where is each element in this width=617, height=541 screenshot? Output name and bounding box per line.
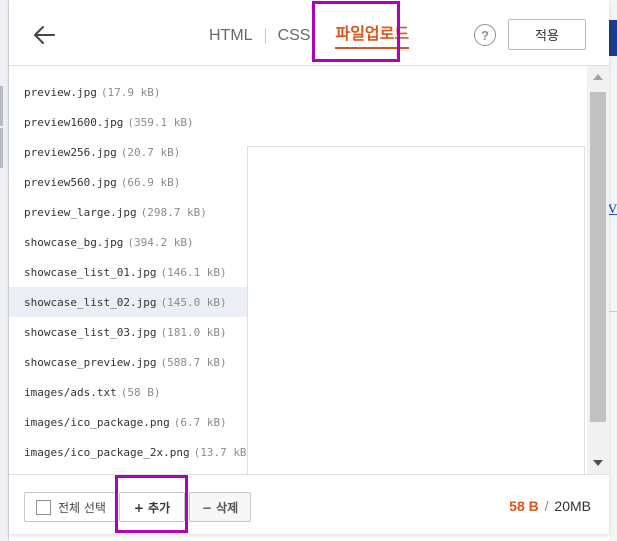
help-button[interactable]: ?	[474, 24, 496, 46]
background-banner	[609, 20, 617, 56]
file-list-item[interactable]: preview.jpg (17.9 kB)	[9, 77, 247, 107]
file-preview-area	[247, 146, 585, 476]
triangle-down-icon	[593, 460, 603, 466]
tab-html[interactable]: HTML	[209, 22, 253, 50]
background-divider	[609, 311, 617, 312]
file-list-item[interactable]: images/ico_package_2x.png(13.7 kB)	[9, 437, 247, 467]
file-name: preview560.jpg	[24, 175, 117, 189]
file-name: preview1600.jpg	[24, 115, 124, 129]
file-name: images/ico_package_2x.png	[24, 445, 190, 459]
file-list-item[interactable]: showcase_list_02.jpg (145.0 kB)	[9, 287, 247, 317]
scroll-up-button[interactable]	[587, 66, 609, 88]
editor-tabs: HTML CSS 파일업로드	[209, 22, 410, 50]
file-list-item[interactable]: showcase_list_03.jpg (181.0 kB)	[9, 317, 247, 347]
file-size: (66.9 kB)	[120, 175, 181, 189]
storage-used: 58 B	[509, 498, 539, 514]
select-all-checkbox[interactable]	[36, 499, 51, 515]
storage-usage: 58 B / 20MB	[509, 498, 591, 514]
file-list-item[interactable]: preview_large.jpg (298.7 kB)	[9, 197, 247, 227]
file-list-item[interactable]: showcase_preview.jpg (588.7 kB)	[9, 347, 247, 377]
background-left-mark	[0, 86, 3, 126]
file-list-item[interactable]: showcase_bg.jpg (394.2 kB)	[9, 227, 247, 257]
tab-file-upload[interactable]: 파일업로드	[335, 23, 410, 49]
tab-divider	[322, 28, 323, 44]
triangle-up-icon	[593, 74, 603, 80]
file-size: (394.2 kB)	[127, 235, 194, 249]
file-name: showcase_list_02.jpg	[24, 295, 157, 309]
storage-total: 20MB	[554, 498, 591, 514]
file-name: showcase_preview.jpg	[24, 355, 157, 369]
file-list-item[interactable]: preview256.jpg (20.7 kB)	[9, 137, 247, 167]
apply-button[interactable]: 적용	[508, 19, 586, 50]
file-size: (181.0 kB)	[160, 325, 227, 339]
back-button[interactable]	[29, 20, 59, 50]
file-list-item[interactable]: images/ads.txt (58 B)	[9, 377, 247, 407]
file-name: images/ads.txt	[24, 385, 117, 399]
select-all-toggle[interactable]: 전체 선택	[24, 492, 118, 522]
background-link[interactable]: v	[608, 196, 617, 218]
storage-separator: /	[544, 498, 549, 514]
file-name: images/ico_package.png	[24, 415, 170, 429]
file-size: (146.1 kB)	[160, 265, 227, 279]
file-name: showcase_list_01.jpg	[24, 265, 157, 279]
file-size: (298.7 kB)	[140, 205, 207, 219]
file-size: (359.1 kB)	[127, 115, 194, 129]
add-file-button[interactable]: + 추가	[119, 492, 185, 522]
file-size: (20.7 kB)	[120, 145, 181, 159]
file-list-item[interactable]: preview560.jpg (66.9 kB)	[9, 167, 247, 197]
file-list-scrollbar[interactable]	[587, 66, 609, 474]
file-size: (588.7 kB)	[160, 355, 227, 369]
arrow-left-icon	[34, 26, 55, 44]
file-size: (13.7 kB)	[193, 445, 247, 459]
file-size: (58 B)	[120, 385, 161, 399]
file-name: preview.jpg	[24, 85, 97, 99]
file-name: showcase_list_03.jpg	[24, 325, 157, 339]
select-all-label: 전체 선택	[58, 500, 106, 515]
background-page-left-edge	[0, 0, 9, 541]
file-size: (145.0 kB)	[160, 295, 227, 309]
background-page-right-edge	[609, 0, 617, 541]
panel-header: HTML CSS 파일업로드 ? 적용	[9, 0, 609, 66]
file-size: (6.7 kB)	[173, 415, 227, 429]
panel-footer: 전체 선택 + 추가 − 삭제 58 B / 20MB	[9, 474, 609, 534]
file-size: (17.9 kB)	[100, 85, 161, 99]
scroll-down-button[interactable]	[587, 452, 609, 474]
file-upload-panel: HTML CSS 파일업로드 ? 적용 preview.jpg (17.9 kB)…	[9, 0, 609, 534]
delete-file-button[interactable]: − 삭제	[189, 492, 251, 522]
background-left-mark	[0, 128, 3, 168]
file-list-item[interactable]: preview1600.jpg (359.1 kB)	[9, 107, 247, 137]
tab-divider	[264, 28, 266, 44]
file-name: preview_large.jpg	[24, 205, 137, 219]
scroll-thumb[interactable]	[590, 92, 606, 422]
file-list-item[interactable]: showcase_list_01.jpg (146.1 kB)	[9, 257, 247, 287]
file-name: showcase_bg.jpg	[24, 235, 124, 249]
tab-css[interactable]: CSS	[278, 22, 311, 50]
file-list: preview.jpg (17.9 kB) preview1600.jpg (359.…	[9, 66, 247, 474]
file-list-item[interactable]: images/ico_package.png (6.7 kB)	[9, 407, 247, 437]
file-name: preview256.jpg	[24, 145, 117, 159]
